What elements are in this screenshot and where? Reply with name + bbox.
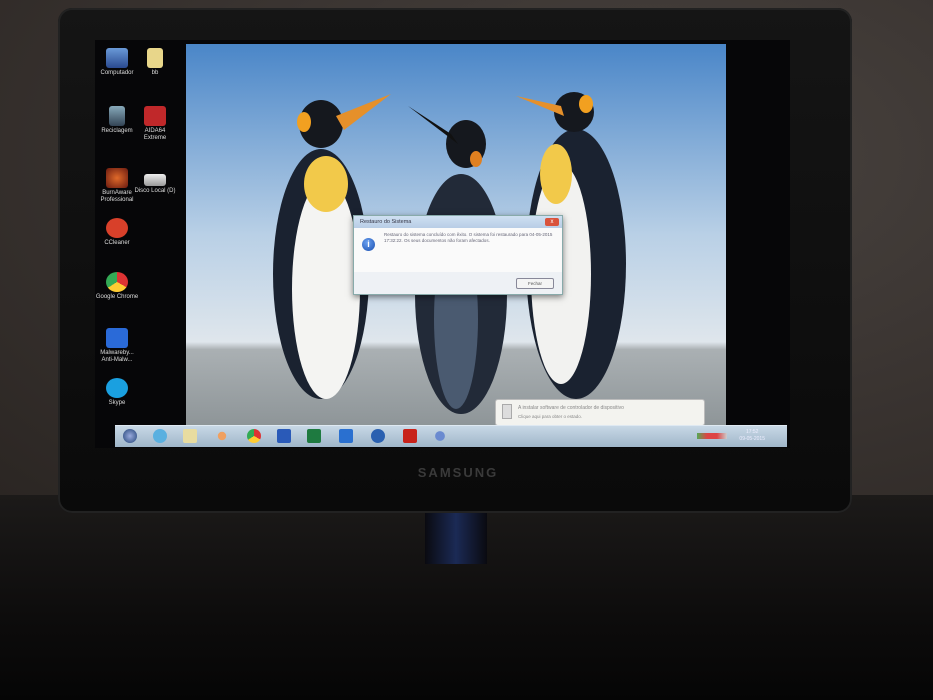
- word-icon[interactable]: [277, 429, 291, 443]
- monitor-brand-logo: SAMSUNG: [417, 465, 499, 480]
- system-restore-dialog: Restauro do Sistema x i Restauro do sist…: [353, 215, 563, 295]
- computer-icon: [106, 48, 128, 68]
- tray-clock[interactable]: 17:52 09-05-2015: [739, 429, 765, 443]
- burnaware-icon: [106, 168, 128, 188]
- desktop-icon-malwarebytes[interactable]: Malwareby... Anti-Malw...: [95, 328, 139, 364]
- folder-icon: [147, 48, 163, 68]
- media-player-icon[interactable]: [217, 431, 227, 441]
- dialog-title-bar: Restauro do Sistema x: [354, 216, 562, 228]
- clock-time: 17:52: [745, 429, 759, 435]
- recycle-bin-icon: [109, 106, 125, 126]
- balloon-subtitle: Clique aqui para obter o estado.: [518, 414, 583, 419]
- acrobat-icon[interactable]: [403, 429, 417, 443]
- driver-install-icon: [502, 404, 512, 419]
- dialog-message: Restauro do sistema concluído com êxito.…: [384, 232, 553, 243]
- desktop-icon-ccleaner[interactable]: CCleaner: [95, 218, 139, 247]
- excel-icon[interactable]: [307, 429, 321, 443]
- desktop-screen: Computador bb Reciclagem AIDA64 Extreme …: [95, 40, 790, 448]
- outlook-icon[interactable]: [339, 429, 353, 443]
- monitor-stand: [425, 512, 487, 564]
- clock-date: 09-05-2015: [739, 436, 765, 442]
- desktop-icon-chrome[interactable]: Google Chrome: [95, 272, 139, 301]
- info-icon: i: [362, 238, 375, 251]
- onedrive-icon[interactable]: [371, 429, 385, 443]
- desktop-icon-folder[interactable]: bb: [133, 48, 177, 77]
- drive-icon: [144, 174, 166, 186]
- chrome-icon: [106, 272, 128, 292]
- start-button[interactable]: [123, 429, 137, 443]
- taskbar: 17:52 09-05-2015: [115, 425, 787, 447]
- desktop-icon-aida64[interactable]: AIDA64 Extreme: [133, 106, 177, 142]
- internet-explorer-icon[interactable]: [153, 429, 167, 443]
- chrome-icon[interactable]: [247, 429, 261, 443]
- file-explorer-icon[interactable]: [183, 429, 197, 443]
- notification-balloon[interactable]: A instalar software de controlador de di…: [495, 399, 705, 426]
- balloon-title: A instalar software de controlador de di…: [518, 405, 624, 411]
- desktop-icon-drive-d[interactable]: Disco Local (D): [133, 168, 177, 195]
- ccleaner-icon: [106, 218, 128, 238]
- tray-icons[interactable]: [697, 433, 727, 439]
- network-tool-icon[interactable]: [435, 431, 445, 441]
- desktop-icon-skype[interactable]: Skype: [95, 378, 139, 407]
- skype-icon: [106, 378, 128, 398]
- malwarebytes-icon: [106, 328, 128, 348]
- dialog-close-button[interactable]: x: [545, 218, 559, 226]
- dialog-body: i Restauro do sistema concluído com êxit…: [354, 228, 562, 272]
- dialog-title: Restauro do Sistema: [360, 219, 412, 225]
- aida64-icon: [144, 106, 166, 126]
- close-button[interactable]: Fechar: [516, 278, 554, 289]
